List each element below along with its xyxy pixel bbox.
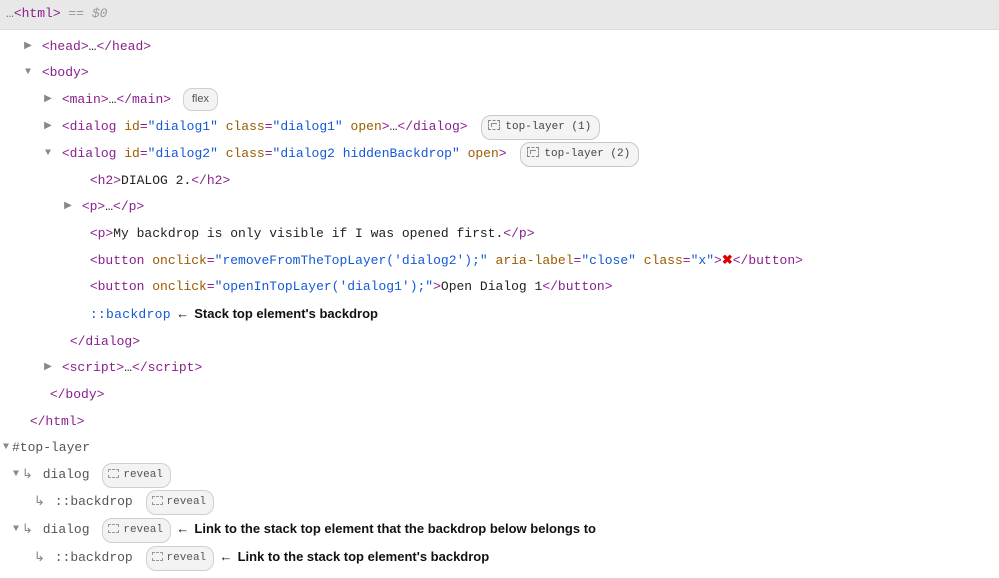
dom-tree: ▶ <head>…</head> ▼ <body> ▶ <main>…</mai… [0, 30, 999, 576]
root-html-tag[interactable]: <html> [14, 6, 61, 21]
link-icon: ↳ [22, 467, 33, 482]
top-layer-section[interactable]: ▼#top-layer [0, 435, 999, 462]
badge-icon [152, 552, 163, 561]
script-close-tag: </script> [132, 360, 202, 375]
reveal-button[interactable]: reveal [146, 490, 215, 515]
expand-toggle[interactable]: ▶ [62, 197, 74, 216]
ellipsis: … [6, 6, 14, 21]
top-layer-item[interactable]: ↳ ::backdrop reveal [0, 489, 999, 516]
layout-badge-flex[interactable]: flex [183, 88, 218, 111]
expand-toggle[interactable]: ▶ [22, 37, 34, 56]
node-button-open[interactable]: <button onclick="openInTopLayer('dialog1… [0, 274, 999, 301]
annotation-text: Link to the stack top element's backdrop [238, 549, 490, 564]
expand-toggle[interactable]: ▼ [22, 63, 34, 82]
node-backdrop-pseudo[interactable]: ::backdrop ← Stack top element's backdro… [0, 301, 999, 329]
node-button-close[interactable]: <button onclick="removeFromTheTopLayer('… [0, 248, 999, 275]
selection-var: $0 [92, 6, 108, 21]
annotation-text: Stack top element's backdrop [194, 306, 378, 321]
node-head[interactable]: ▶ <head>…</head> [0, 34, 999, 61]
reveal-button[interactable]: reveal [102, 463, 171, 488]
expand-toggle[interactable]: ▶ [42, 90, 54, 109]
link-icon: ↳ [22, 522, 33, 537]
link-icon: ↳ [34, 550, 45, 565]
reveal-button[interactable]: reveal [102, 518, 171, 543]
expand-toggle[interactable]: ▼ [10, 465, 22, 484]
expand-toggle[interactable]: ▼ [10, 520, 22, 539]
selected-node-bar: …<html> == $0 [0, 0, 999, 30]
link-icon: ↳ [34, 494, 45, 509]
node-p-text[interactable]: <p>My backdrop is only visible if I was … [0, 221, 999, 248]
node-h2[interactable]: <h2>DIALOG 2.</h2> [0, 168, 999, 195]
node-main[interactable]: ▶ <main>…</main> flex [0, 87, 999, 114]
expand-toggle[interactable]: ▶ [42, 117, 54, 136]
arrow-left-icon: ← [179, 522, 187, 537]
expand-toggle[interactable]: ▼ [42, 144, 54, 163]
node-html-close[interactable]: </html> [0, 409, 999, 436]
close-x-icon: ✖ [722, 253, 733, 268]
top-layer-badge-2[interactable]: top-layer (2) [520, 142, 639, 167]
badge-icon [488, 120, 500, 130]
arrow-left-icon: ← [222, 550, 230, 565]
badge-icon [527, 147, 539, 157]
node-p-collapsed[interactable]: ▶ <p>…</p> [0, 194, 999, 221]
arrow-left-icon: ← [179, 307, 187, 322]
top-layer-item[interactable]: ↳ ::backdrop reveal ← Link to the stack … [0, 544, 999, 572]
top-layer-item[interactable]: ▼↳ dialog reveal ← Link to the stack top… [0, 516, 999, 544]
annotation-text: Link to the stack top element that the b… [194, 521, 596, 536]
node-script[interactable]: ▶ <script>…</script> [0, 355, 999, 382]
node-dialog1[interactable]: ▶ <dialog id="dialog1" class="dialog1" o… [0, 114, 999, 141]
equals: == [61, 6, 92, 21]
expand-toggle[interactable]: ▼ [0, 438, 12, 457]
node-body-open[interactable]: ▼ <body> [0, 60, 999, 87]
badge-icon [152, 496, 163, 505]
badge-icon [108, 524, 119, 533]
top-layer-item[interactable]: ▼↳ dialog reveal [0, 462, 999, 489]
expand-toggle[interactable]: ▶ [42, 358, 54, 377]
node-dialog2-close[interactable]: </dialog> [0, 329, 999, 356]
node-body-close[interactable]: </body> [0, 382, 999, 409]
top-layer-badge-1[interactable]: top-layer (1) [481, 115, 600, 140]
node-dialog2-open[interactable]: ▼ <dialog id="dialog2" class="dialog2 hi… [0, 141, 999, 168]
badge-icon [108, 469, 119, 478]
reveal-button[interactable]: reveal [146, 546, 215, 571]
